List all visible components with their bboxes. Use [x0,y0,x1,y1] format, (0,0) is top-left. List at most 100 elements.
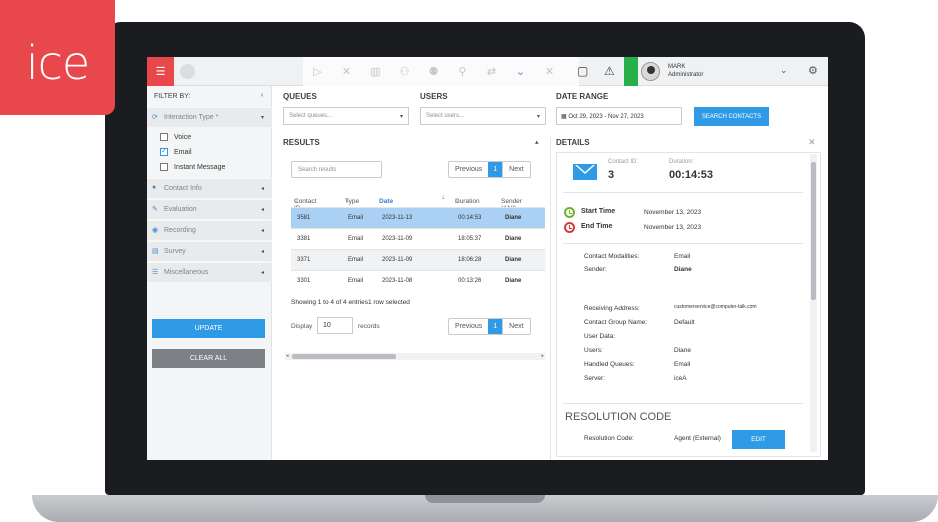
next-button[interactable]: Next [502,319,529,334]
page-1-button[interactable]: 1 [488,162,503,177]
close-icon[interactable]: ✕ [535,65,564,78]
cell-duration: 18:05:37 [458,236,482,242]
cell-contact-id: 3381 [297,236,311,242]
sort-icon: ⇅ [294,198,299,204]
search-contacts-button[interactable]: SEARCH CONTACTS [694,107,769,126]
horizontal-scrollbar[interactable]: ◂ ▸ [285,353,545,360]
update-button[interactable]: UPDATE [152,319,265,338]
refresh-icon: ⟳ [152,114,158,121]
top-bar: ☰ ▷ ✕ ▥ ⚇ ⚉ ⚲ ⇄ ⌄ ✕ ▢ ⚠ MARK Administrat… [147,57,828,86]
cell-duration: 00:13:26 [458,278,482,284]
checkbox-checked[interactable] [160,146,168,156]
table-row[interactable]: 3581 Email 2023-11-13 00:14:53 Diane [291,207,545,228]
status-circle-icon[interactable] [180,64,195,79]
checkbox[interactable] [160,133,168,141]
user-menu-chevron-icon[interactable]: ⌄ [780,65,788,76]
results-summary: Showing 1 to 4 of 4 entries1 row selecte… [291,299,410,306]
display-label: Display [291,323,313,330]
divider [563,403,803,404]
section-label: Survey [164,248,186,255]
pagination-bottom: Previous 1 Next [448,318,531,335]
results-table-header: Contact ID ⇅ Type ⇅ Date ⇣ Duration ⇅ Se… [291,192,545,212]
panel-divider [550,137,551,460]
table-row[interactable]: 3371 Email 2023-11-09 18:06:28 Diane [291,249,545,270]
resolution-code-label: Resolution Code: [584,435,634,442]
chat-icon[interactable]: ▢ [577,64,588,78]
next-button[interactable]: Next [502,162,529,177]
hamburger-menu-icon[interactable]: ☰ [147,57,174,86]
scrollbar-thumb[interactable] [292,354,396,359]
field-value: customerservice@computer-talk.com [674,304,757,310]
scrollbar-thumb[interactable] [811,162,816,300]
section-label: Contact Info [164,185,202,192]
section-recording[interactable]: ◉ Recording ◂ [147,220,272,240]
tree-icon[interactable]: ⚲ [448,65,477,78]
start-clock-icon [564,207,575,218]
field-key: Sender: [584,266,607,273]
end-clock-icon [564,222,575,233]
cell-contact-id: 3581 [297,215,311,221]
columns-icon[interactable]: ▥ [361,65,390,78]
queues-select[interactable]: Select queues... ▾ [283,107,409,125]
queues-label: QUEUES [283,92,317,101]
users-select[interactable]: Select users... ▾ [420,107,546,125]
section-label: Miscellaneous [164,269,209,276]
search-results-input[interactable]: Search results [291,161,382,178]
date-range-input[interactable]: ▦ Oct 29, 2023 - Nov 27, 2023 [556,107,682,125]
divider [563,243,803,244]
field-key: Contact Modalities: [584,253,640,260]
section-contact-info[interactable]: ● Contact Info ◂ [147,178,272,198]
edit-button[interactable]: EDIT [732,430,785,449]
clear-all-button[interactable]: CLEAR ALL [152,349,265,368]
list-icon: ☰ [152,269,159,276]
filter-collapse-icon[interactable]: ‹ [261,92,263,99]
team-icon[interactable]: ⚉ [419,65,448,78]
section-miscellaneous[interactable]: ☰ Miscellaneous ◂ [147,262,272,282]
table-row[interactable]: 3381 Email 2023-11-09 18:05:37 Diane [291,228,545,249]
field-key: Users: [584,347,603,354]
play-icon[interactable]: ▷ [303,65,332,78]
divider [563,192,803,193]
vertical-scrollbar[interactable] [810,154,817,452]
marketing-stage: ice ☰ ▷ ✕ ▥ ⚇ ⚉ ⚲ ⇄ ⌄ ✕ ▢ ⚠ MARK Adminis… [0,0,938,522]
edit-icon: ✎ [152,206,158,213]
sort-desc-icon[interactable]: ⇣ [441,195,445,201]
chevron-down-icon[interactable]: ⌄ [506,65,535,78]
section-interaction-type[interactable]: ⟳ Interaction Type * ▾ [147,107,272,127]
cell-type: Email [348,257,364,263]
previous-button[interactable]: Previous [449,162,488,177]
checkbox-instant-message[interactable]: Instant Message [160,162,225,172]
settings-gear-icon[interactable]: ⚙ [808,64,818,77]
warning-icon[interactable]: ⚠ [604,64,615,78]
chevron-left-icon: ◂ [261,228,265,234]
section-evaluation[interactable]: ✎ Evaluation ◂ [147,199,272,219]
display-count-input[interactable]: 10 [317,317,353,334]
scroll-left-icon[interactable]: ◂ [286,353,289,359]
cell-sender: Diane [505,236,522,242]
transfer-icon[interactable]: ⇄ [477,65,506,78]
users-icon[interactable]: ⚇ [390,65,419,78]
previous-button[interactable]: Previous [449,319,488,334]
table-row[interactable]: 3301 Email 2023-11-08 00:13:26 Diane [291,270,545,291]
avatar[interactable] [641,62,660,81]
cell-type: Email [348,236,364,242]
stop-icon[interactable]: ✕ [332,65,361,78]
scroll-right-icon[interactable]: ▸ [541,353,544,359]
cell-contact-id: 3301 [297,278,311,284]
collapse-up-icon[interactable]: ▴ [535,138,539,146]
field-key: Receiving Address: [584,305,640,312]
close-icon[interactable]: ✕ [808,137,816,148]
date-range-value: Oct 29, 2023 - Nov 27, 2023 [568,114,644,120]
contact-id-value: 3 [608,169,615,181]
checkbox[interactable] [160,163,168,171]
survey-icon: ▤ [152,248,159,255]
checkbox-label: Email [174,148,192,156]
field-key: Handled Queues: [584,361,635,368]
cell-date: 2023-11-13 [382,215,413,221]
page-1-button[interactable]: 1 [488,319,503,334]
checkbox-email[interactable]: Email [160,146,192,157]
section-survey[interactable]: ▤ Survey ◂ [147,241,272,261]
field-value: Default [674,319,695,326]
contact-id-label: Contact ID: [608,159,639,165]
checkbox-voice[interactable]: Voice [160,132,191,142]
